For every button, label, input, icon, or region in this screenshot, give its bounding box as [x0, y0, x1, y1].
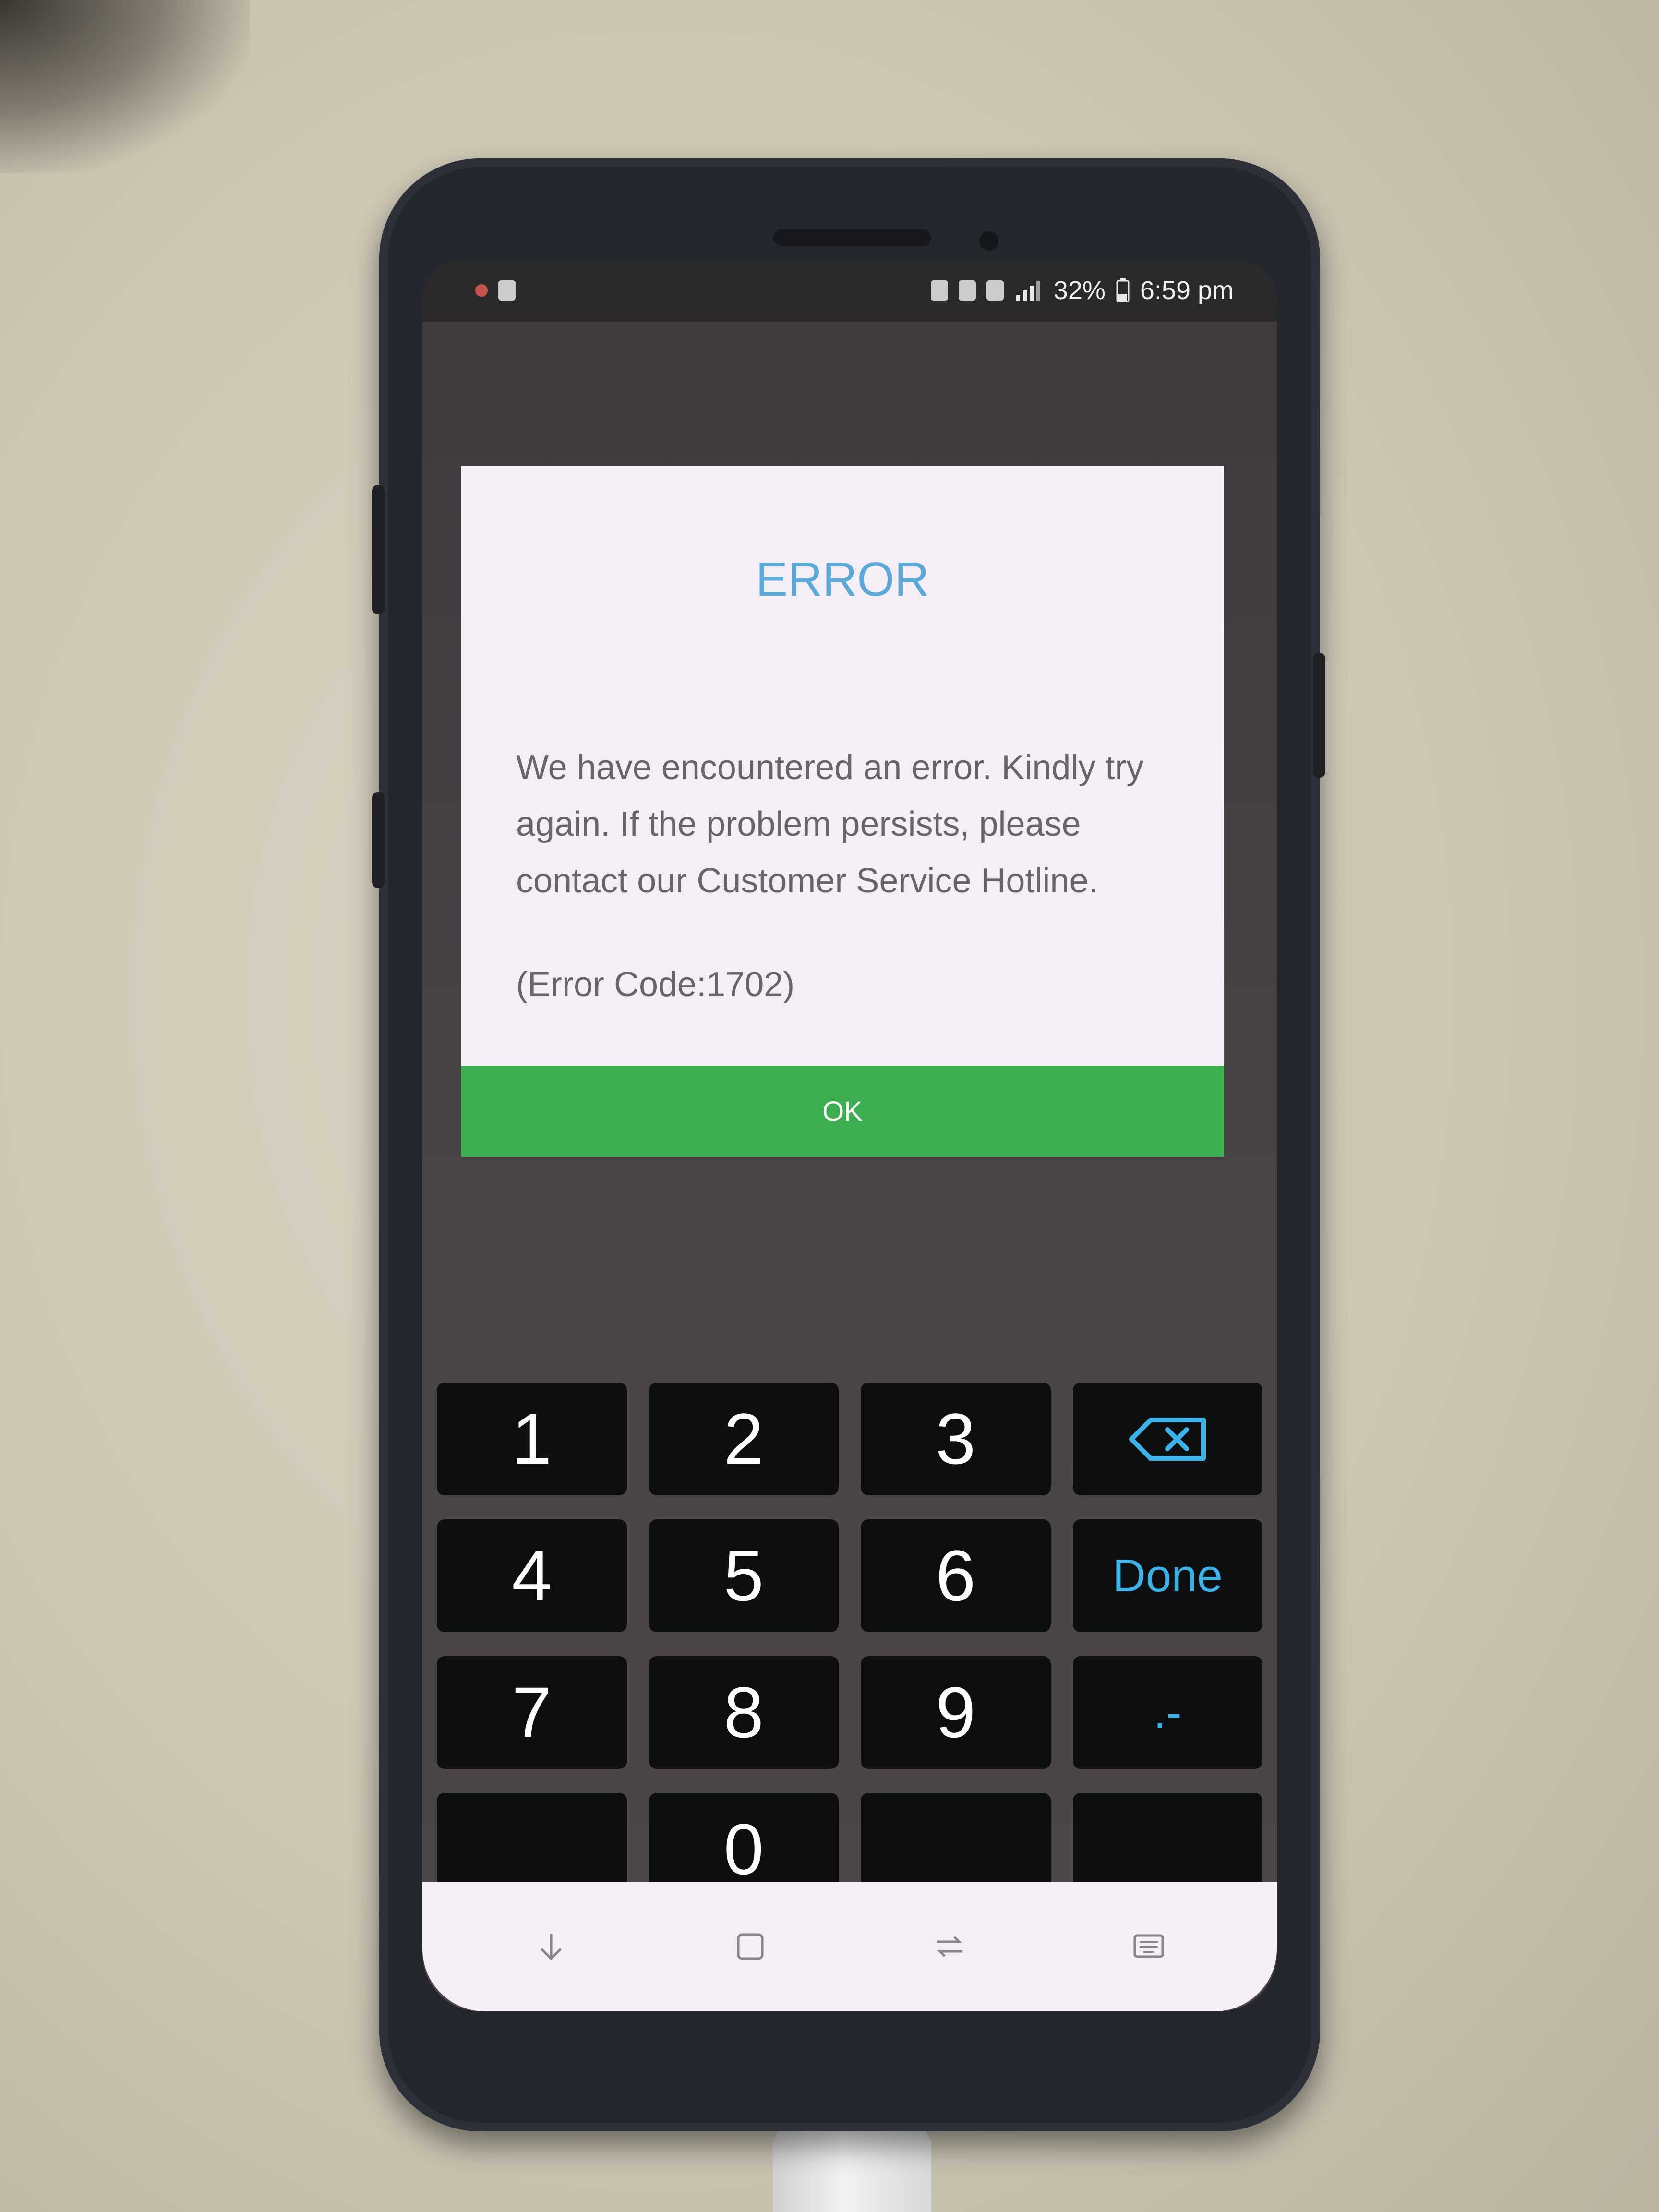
recents-icon[interactable] — [933, 1930, 966, 1963]
power-button — [1313, 653, 1325, 778]
key-3[interactable]: 3 — [861, 1382, 1051, 1495]
hide-keyboard-icon[interactable] — [534, 1930, 568, 1963]
backspace-key[interactable] — [1072, 1382, 1262, 1495]
clock: 6:59 pm — [1140, 276, 1234, 305]
numeric-keypad: 1 2 3 4 5 6 Done 7 8 9 .- 0 — [437, 1382, 1262, 1906]
usb-cable — [773, 2127, 931, 2212]
mute-icon — [958, 280, 976, 301]
backspace-icon — [1129, 1417, 1206, 1461]
key-4[interactable]: 4 — [437, 1519, 627, 1632]
home-icon[interactable] — [733, 1930, 767, 1963]
key-8[interactable]: 8 — [649, 1656, 839, 1769]
status-left — [475, 280, 516, 301]
key-6[interactable]: 6 — [861, 1519, 1051, 1632]
background-shadow — [0, 0, 250, 173]
signal-icon — [1016, 281, 1040, 301]
status-bar: 32% 6:59 pm — [422, 259, 1277, 322]
error-dialog: ERROR We have encountered an error. Kind… — [461, 466, 1224, 1157]
earpiece-speaker — [773, 229, 931, 246]
done-key[interactable]: Done — [1072, 1519, 1262, 1632]
error-code: (Error Code:1702) — [516, 965, 795, 1004]
alarm-icon — [930, 280, 948, 301]
dialog-message: We have encountered an error. Kindly try… — [516, 748, 1144, 900]
battery-icon — [1116, 278, 1130, 302]
dialog-title: ERROR — [756, 553, 929, 606]
notification-icon — [475, 284, 488, 297]
keyboard-switch-icon[interactable] — [1132, 1930, 1166, 1963]
battery-percent: 32% — [1053, 276, 1106, 305]
key-5[interactable]: 5 — [649, 1519, 839, 1632]
nfc-icon — [986, 280, 1004, 301]
status-right: 32% 6:59 pm — [930, 276, 1234, 305]
screenshot-icon — [498, 280, 516, 301]
volume-button — [372, 485, 385, 614]
app-background-dimmed: ERROR We have encountered an error. Kind… — [422, 322, 1277, 1906]
phone-screen: 32% 6:59 pm ERROR We have encountered an… — [422, 259, 1277, 2011]
navigation-bar — [422, 1882, 1277, 2011]
bixby-button — [372, 792, 385, 888]
key-7[interactable]: 7 — [437, 1656, 627, 1769]
key-1[interactable]: 1 — [437, 1382, 627, 1495]
key-9[interactable]: 9 — [861, 1656, 1051, 1769]
key-2[interactable]: 2 — [649, 1382, 839, 1495]
ok-button[interactable]: OK — [461, 1066, 1224, 1157]
front-camera — [979, 231, 998, 251]
punctuation-key[interactable]: .- — [1072, 1656, 1262, 1769]
